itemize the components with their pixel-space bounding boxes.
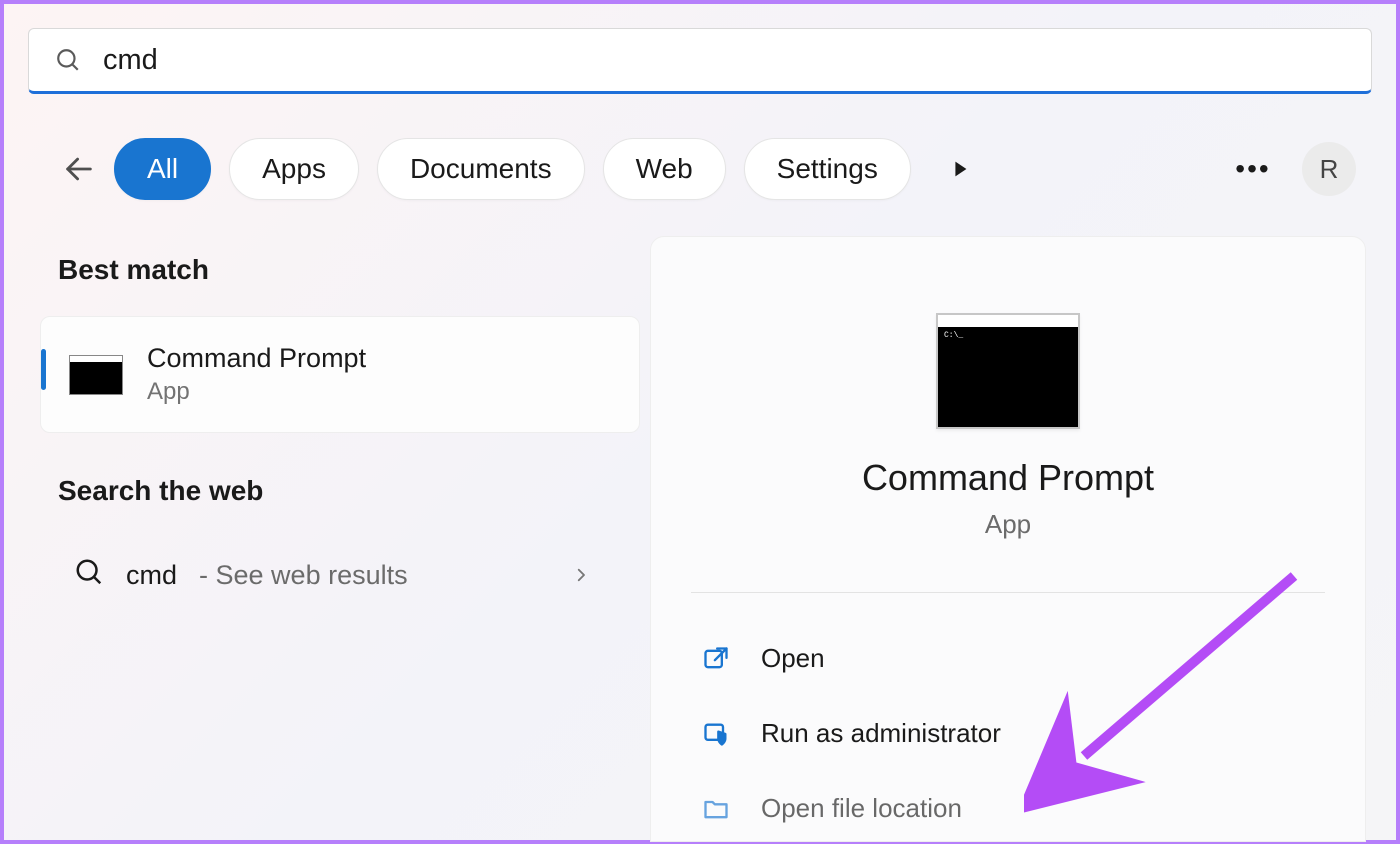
preview-subtitle: App: [691, 509, 1325, 540]
action-label: Open file location: [761, 793, 962, 824]
search-input[interactable]: [103, 44, 1345, 77]
filter-tab-web[interactable]: Web: [603, 138, 726, 200]
filter-row: All Apps Documents Web Settings ••• R: [62, 138, 1356, 200]
command-prompt-icon: [69, 355, 123, 395]
action-open[interactable]: Open: [691, 621, 1325, 696]
chevron-right-icon: [572, 560, 620, 591]
overflow-menu-button[interactable]: •••: [1222, 138, 1284, 200]
search-web-heading: Search the web: [58, 475, 640, 507]
back-button[interactable]: [62, 152, 96, 186]
filter-tab-settings[interactable]: Settings: [744, 138, 911, 200]
open-icon: [701, 644, 731, 674]
folder-icon: [701, 794, 731, 824]
preview-title: Command Prompt: [691, 457, 1325, 499]
search-icon: [55, 47, 81, 73]
filter-tab-apps[interactable]: Apps: [229, 138, 359, 200]
action-open-file-location[interactable]: Open file location: [691, 771, 1325, 846]
window-frame: All Apps Documents Web Settings ••• R Be…: [0, 0, 1400, 844]
action-run-as-admin[interactable]: Run as administrator: [691, 696, 1325, 771]
more-filters-button[interactable]: [929, 138, 991, 200]
best-match-heading: Best match: [58, 254, 640, 286]
filter-tab-documents[interactable]: Documents: [377, 138, 585, 200]
preview-panel: Command Prompt App Open Run as administr…: [650, 236, 1366, 842]
best-match-result[interactable]: Command Prompt App: [40, 316, 640, 433]
results-column: Best match Command Prompt App Search the…: [40, 254, 640, 614]
web-search-row[interactable]: cmd - See web results: [40, 537, 640, 614]
user-avatar[interactable]: R: [1302, 142, 1356, 196]
search-icon: [74, 557, 104, 594]
action-label: Run as administrator: [761, 718, 1001, 749]
divider: [691, 592, 1325, 593]
command-prompt-icon-large: [936, 313, 1080, 429]
search-bar[interactable]: [28, 28, 1372, 94]
admin-shield-icon: [701, 719, 731, 749]
result-subtitle: App: [147, 378, 366, 406]
web-hint: - See web results: [199, 560, 408, 591]
web-term: cmd: [126, 560, 177, 591]
action-label: Open: [761, 643, 825, 674]
filter-tab-all[interactable]: All: [114, 138, 211, 200]
result-title: Command Prompt: [147, 343, 366, 374]
